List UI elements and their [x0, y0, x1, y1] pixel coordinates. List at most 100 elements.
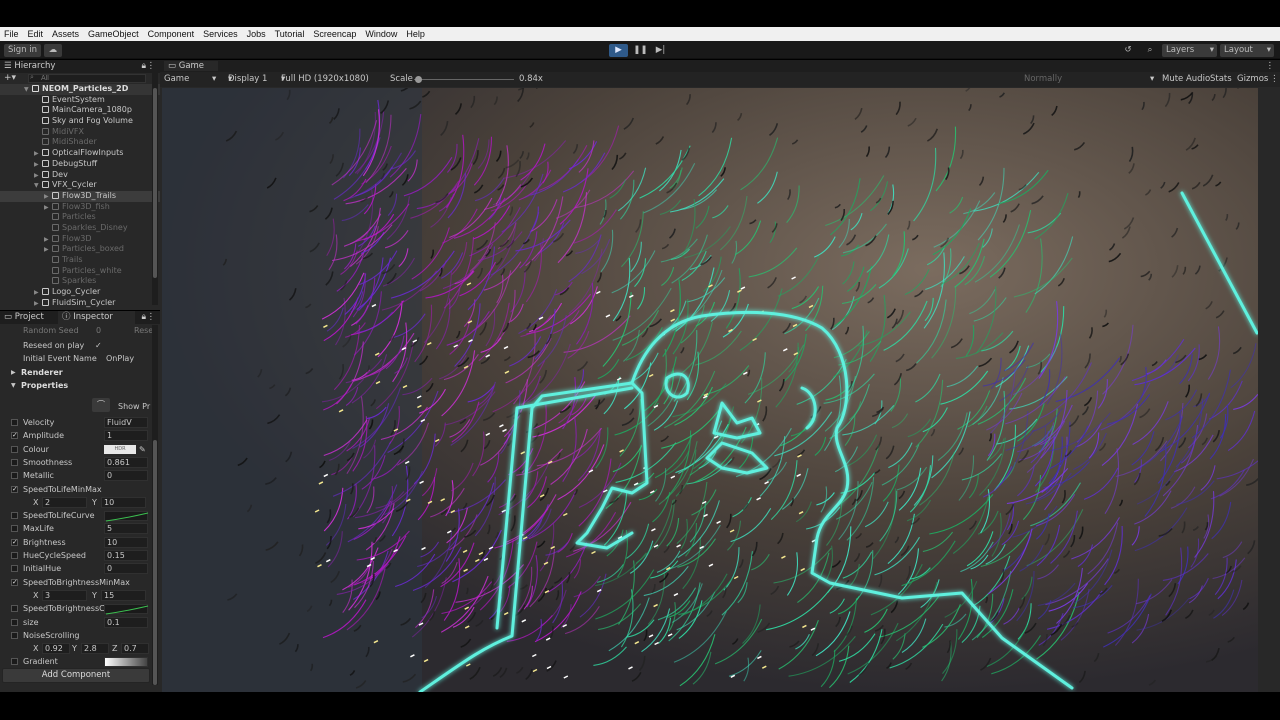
- hierarchy-item[interactable]: Particles_white: [0, 266, 160, 277]
- property-toggle-checkbox[interactable]: [11, 525, 18, 533]
- display-dropdown[interactable]: Display 1 ▾: [228, 72, 267, 87]
- property-toggle-checkbox[interactable]: ✓: [11, 485, 18, 493]
- property-toggle-checkbox[interactable]: [11, 512, 18, 520]
- vector-y-field[interactable]: 10: [101, 496, 146, 508]
- property-value-field[interactable]: FluidV: [104, 417, 148, 428]
- menu-item-services[interactable]: Services: [203, 29, 238, 39]
- property-toggle-checkbox[interactable]: ✓: [11, 578, 18, 586]
- menu-item-component[interactable]: Component: [148, 29, 195, 39]
- hierarchy-item[interactable]: ▶ Particles_boxed: [0, 244, 160, 255]
- hierarchy-item[interactable]: ▶ Dev: [0, 170, 160, 181]
- lock-icon[interactable]: 🔒︎: [141, 60, 146, 73]
- menu-item-file[interactable]: File: [4, 29, 19, 39]
- property-toggle-checkbox[interactable]: [11, 631, 18, 639]
- property-toggle-checkbox[interactable]: [11, 419, 18, 426]
- sign-in-button[interactable]: Sign in: [4, 44, 41, 57]
- menu-item-tutorial[interactable]: Tutorial: [275, 29, 305, 39]
- vector-x-field[interactable]: 2: [42, 496, 87, 508]
- hierarchy-item[interactable]: Sky and Fog Volume: [0, 116, 160, 127]
- hierarchy-item[interactable]: ▶ Flow3D_Trails: [0, 190, 160, 202]
- scale-slider-track[interactable]: [414, 79, 514, 80]
- chevron-down-icon[interactable]: ▼: [34, 181, 42, 191]
- vector-x-field[interactable]: 3: [42, 589, 87, 601]
- cloud-icon[interactable]: ☁: [44, 44, 62, 57]
- chevron-right-icon[interactable]: ▶: [44, 235, 52, 245]
- menu-item-edit[interactable]: Edit: [28, 29, 44, 39]
- hierarchy-scroll-thumb[interactable]: [153, 88, 157, 278]
- menu-item-screencap[interactable]: Screencap: [313, 29, 356, 39]
- chevron-down-icon[interactable]: ▼: [11, 379, 16, 392]
- vector-y-field[interactable]: 2.8: [81, 643, 109, 655]
- chevron-right-icon[interactable]: ▶: [34, 171, 42, 181]
- property-value-field[interactable]: 0.15: [104, 550, 148, 561]
- property-value-field[interactable]: 0.1: [104, 616, 148, 628]
- hierarchy-item[interactable]: ▶ DebugStuff: [0, 159, 160, 170]
- property-toggle-checkbox[interactable]: [11, 565, 18, 573]
- add-component-button[interactable]: Add Component: [2, 668, 150, 683]
- add-icon[interactable]: +▾: [4, 73, 16, 83]
- hierarchy-item[interactable]: Sparkles_Disney: [0, 223, 160, 234]
- tab-project[interactable]: ▭ Project: [4, 312, 44, 322]
- scale-slider-thumb[interactable]: [415, 76, 422, 83]
- eyedropper-icon[interactable]: ✎: [139, 443, 146, 456]
- menu-item-assets[interactable]: Assets: [52, 29, 79, 39]
- vector-y-field[interactable]: 15: [101, 589, 146, 601]
- hierarchy-item[interactable]: ▶ FluidSim_Cycler: [0, 298, 160, 309]
- step-button[interactable]: ▶|: [652, 44, 669, 57]
- property-value-field[interactable]: 0: [104, 470, 148, 482]
- gradient-field[interactable]: [104, 657, 148, 668]
- hierarchy-item[interactable]: EventSystem: [0, 95, 160, 106]
- play-button[interactable]: ▶: [609, 44, 628, 57]
- chevron-right-icon[interactable]: ▶: [34, 160, 42, 170]
- layout-dropdown[interactable]: Layout ▾: [1220, 44, 1274, 57]
- hierarchy-item[interactable]: ▶ Flow3D_fish: [0, 202, 160, 213]
- properties-section-label[interactable]: Properties: [21, 379, 68, 392]
- game-viewport[interactable]: [162, 88, 1258, 692]
- chevron-right-icon[interactable]: ▶: [34, 299, 42, 309]
- property-toggle-checkbox[interactable]: [11, 605, 18, 613]
- resolution-dropdown[interactable]: Full HD (1920x1080) ▾: [281, 72, 369, 87]
- hierarchy-item[interactable]: MainCamera_1080p: [0, 105, 160, 116]
- chevron-right-icon[interactable]: ▶: [34, 149, 42, 159]
- property-toggle-checkbox[interactable]: [11, 458, 18, 466]
- chevron-right-icon[interactable]: ▶: [44, 203, 52, 213]
- hierarchy-search-input[interactable]: [28, 74, 146, 83]
- property-value-field[interactable]: 0: [104, 563, 148, 575]
- layers-dropdown[interactable]: Layers ▾: [1162, 44, 1217, 57]
- property-value-field[interactable]: 0.861: [104, 456, 148, 468]
- initial-event-field[interactable]: OnPlay: [106, 352, 134, 365]
- hierarchy-item[interactable]: Trails: [0, 255, 160, 266]
- more-icon[interactable]: ⋮: [1270, 72, 1279, 87]
- colour-swatch[interactable]: HDR: [104, 444, 136, 454]
- stats-toggle[interactable]: Stats: [1210, 72, 1232, 87]
- curve-icon[interactable]: ⌒: [92, 398, 110, 412]
- menu-item-gameobject[interactable]: GameObject: [88, 29, 139, 39]
- renderer-section-label[interactable]: Renderer: [21, 366, 63, 379]
- property-toggle-checkbox[interactable]: ✓: [11, 432, 18, 440]
- hierarchy-item[interactable]: Sparkles: [0, 276, 160, 287]
- hierarchy-item[interactable]: ▼ VFX_Cycler: [0, 180, 160, 191]
- property-value-field[interactable]: 10: [104, 536, 148, 548]
- tab-inspector[interactable]: ⓘ Inspector: [58, 311, 135, 324]
- curve-field[interactable]: [104, 511, 149, 522]
- property-toggle-checkbox[interactable]: [11, 618, 18, 626]
- tab-game[interactable]: ▭ Game: [164, 61, 219, 71]
- reseed-button[interactable]: Rese: [134, 324, 153, 337]
- play-mode-focus-dropdown[interactable]: Normally: [1024, 72, 1062, 87]
- chevron-right-icon[interactable]: ▶: [44, 245, 52, 255]
- property-toggle-checkbox[interactable]: [11, 658, 18, 666]
- more-icon[interactable]: ⋮: [147, 311, 156, 324]
- property-toggle-checkbox[interactable]: ✓: [11, 538, 18, 546]
- menu-item-window[interactable]: Window: [365, 29, 397, 39]
- hierarchy-item[interactable]: ▶ OpticalFlowInputs: [0, 148, 160, 159]
- lock-icon[interactable]: 🔒︎: [141, 311, 146, 324]
- property-value-field[interactable]: 5: [104, 523, 148, 535]
- random-seed-value[interactable]: 0: [96, 324, 101, 337]
- curve-field[interactable]: [104, 604, 149, 615]
- hierarchy-item[interactable]: MidiVFX: [0, 127, 160, 138]
- history-icon[interactable]: ↺: [1120, 44, 1136, 57]
- hierarchy-item[interactable]: Particles: [0, 212, 160, 223]
- property-toggle-checkbox[interactable]: [11, 472, 18, 480]
- reseed-on-play-checkbox[interactable]: ✓: [95, 339, 102, 352]
- menu-item-jobs[interactable]: Jobs: [247, 29, 266, 39]
